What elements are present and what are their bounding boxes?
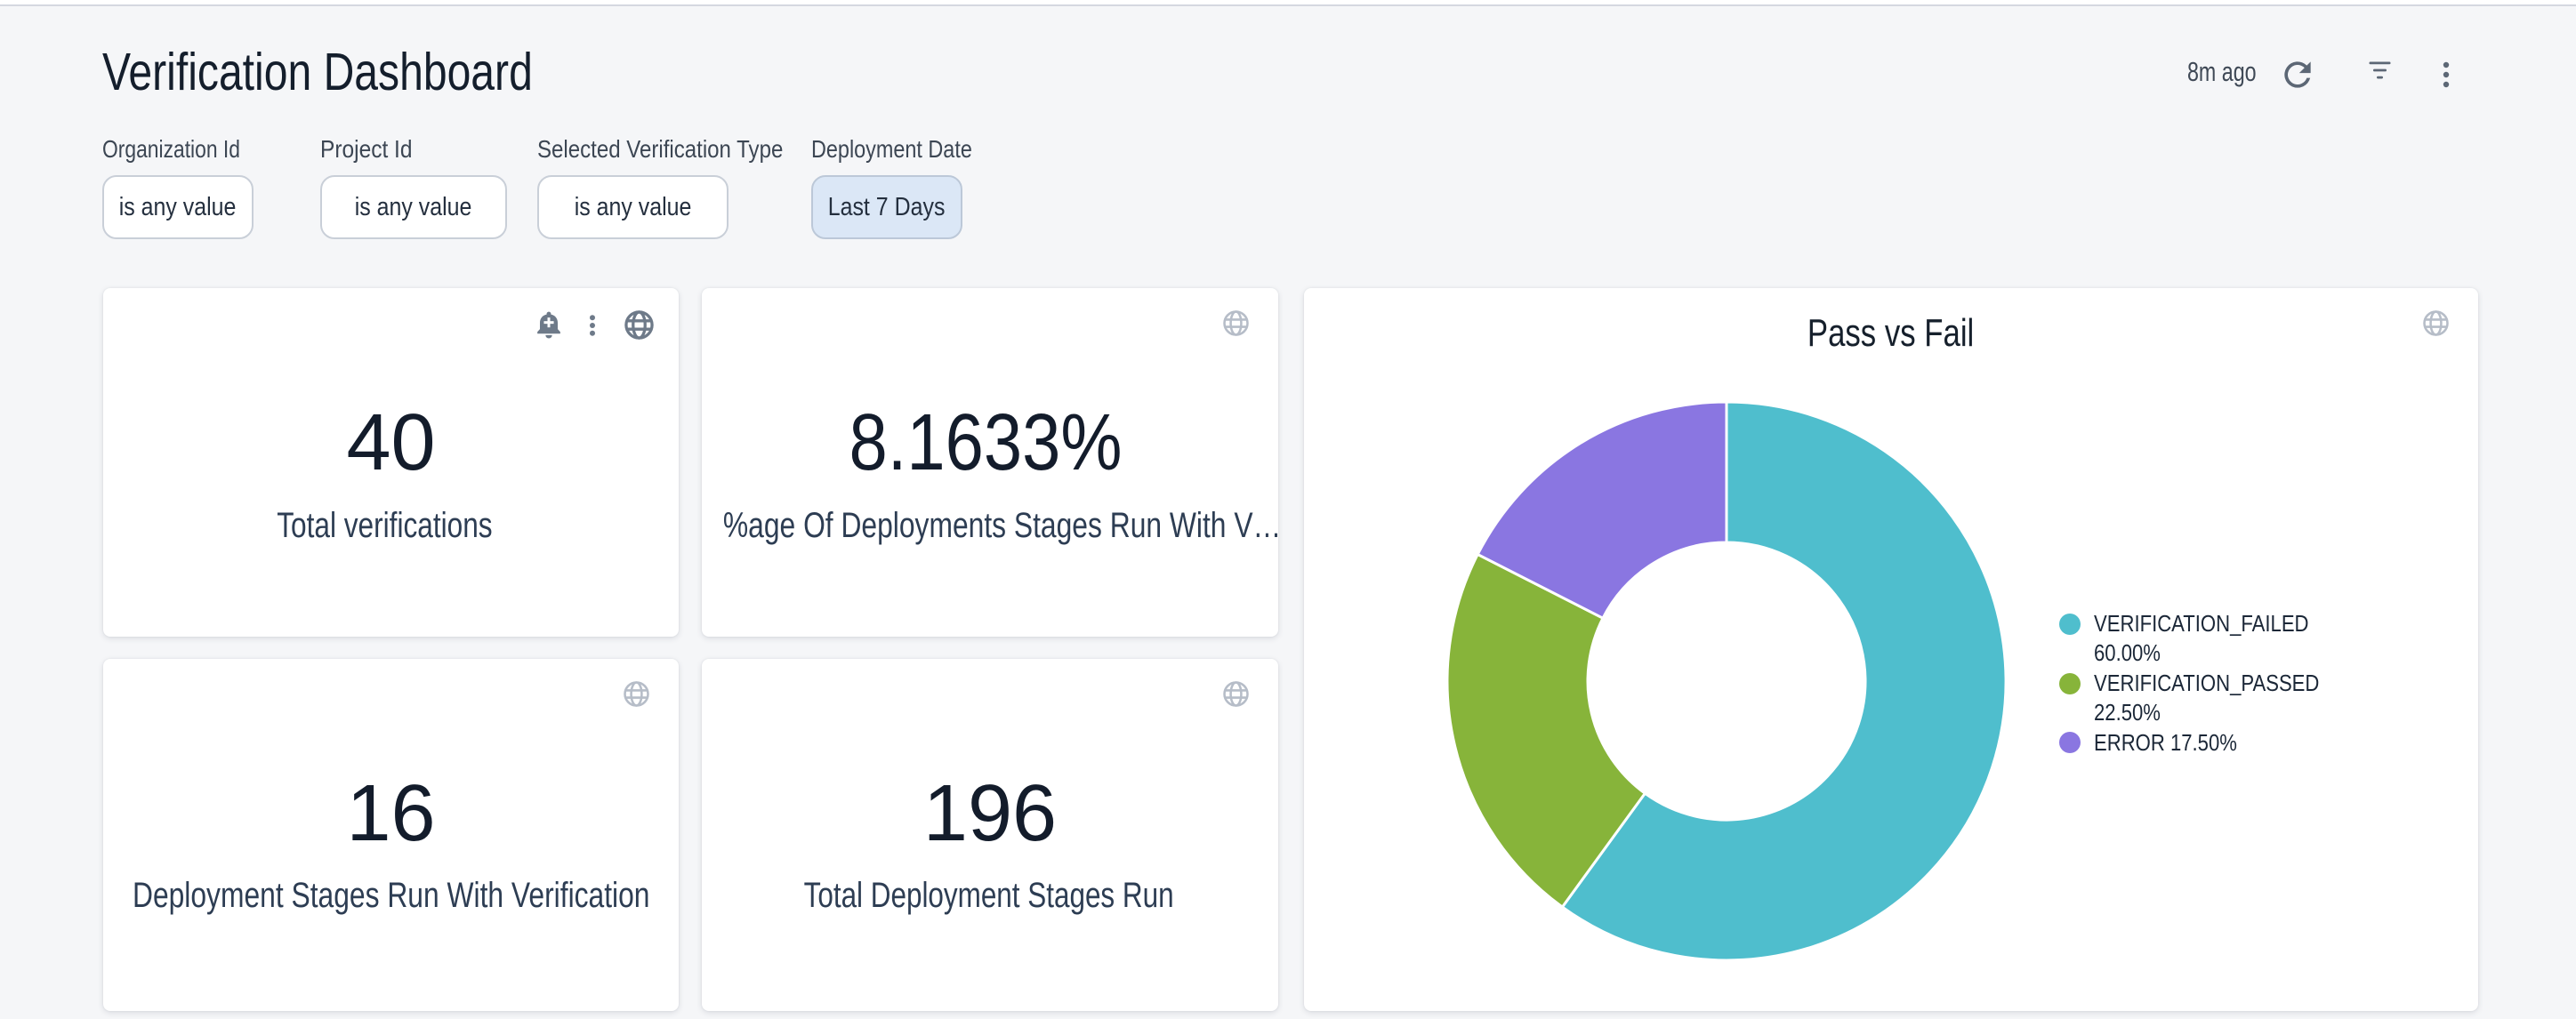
filter-icon (2369, 61, 2391, 81)
refresh-icon (2278, 55, 2317, 94)
filter-value-button[interactable]: is any value (537, 175, 729, 239)
legend-item[interactable]: ERROR 17.50% (2059, 728, 2353, 758)
tile-actions-menu-icon[interactable] (579, 312, 606, 339)
globe-icon[interactable] (624, 310, 654, 340)
filter-value-button[interactable]: is any value (102, 175, 254, 239)
legend-label: VERIFICATION_FAILED 60.00% (2094, 609, 2314, 669)
legend-dot (2059, 614, 2081, 635)
legend-dot (2059, 732, 2081, 753)
tile-total-verifications: 40 Total verifications (103, 288, 679, 637)
tile-pass-vs-fail-chart: Pass vs Fail VERIFICATION_FAILED 60.00%V… (1304, 288, 2478, 1011)
stat-value: 40 (103, 403, 679, 483)
filter-label: Deployment Date (811, 135, 972, 164)
legend-label: VERIFICATION_PASSED 22.50% (2094, 669, 2319, 728)
stat-value: 196 (702, 774, 1278, 854)
filter-label: Organization Id (102, 135, 240, 164)
filter-value-text: is any value (355, 193, 472, 222)
page-title: Verification Dashboard (102, 45, 533, 99)
filter-label: Project Id (320, 135, 412, 164)
globe-icon[interactable] (624, 681, 649, 707)
top-border-line (0, 4, 2576, 6)
filter-label: Selected Verification Type (537, 135, 783, 164)
stat-value: 8.1633% (737, 403, 1235, 483)
globe-icon[interactable] (1223, 310, 1249, 336)
legend-item[interactable]: VERIFICATION_PASSED 22.50% (2059, 669, 2353, 728)
filter-value-text: is any value (575, 193, 692, 222)
stat-label-text: Total Deployment Stages Run (804, 874, 1174, 917)
filter-organization-id: Organization Id is any value (102, 135, 271, 164)
globe-icon[interactable] (1223, 681, 1249, 707)
stat-value: 16 (103, 774, 679, 854)
alert-bell-icon[interactable] (535, 310, 563, 340)
dashboard-actions-menu[interactable] (2443, 61, 2450, 88)
refresh-button[interactable] (2278, 55, 2317, 94)
legend-item[interactable]: VERIFICATION_FAILED 60.00% (2059, 609, 2353, 669)
legend-dot (2059, 673, 2081, 694)
filter-value-text: Last 7 Days (828, 193, 946, 222)
stat-label-text: %age Of Deployments Stages Run With V… (723, 504, 1281, 547)
kebab-menu-icon (2443, 61, 2450, 88)
filter-project-id: Project Id is any value (320, 135, 425, 164)
filter-value-button[interactable]: is any value (320, 175, 507, 239)
filter-value-text: is any value (119, 193, 237, 222)
chart-legend: VERIFICATION_FAILED 60.00%VERIFICATION_P… (2059, 609, 2353, 758)
filter-deployment-date: Deployment Date Last 7 Days (811, 135, 1003, 164)
filter-value-button[interactable]: Last 7 Days (811, 175, 962, 239)
dashboard-filters-toggle[interactable] (2369, 61, 2391, 81)
tile-total-deployment-stages: 196 Total Deployment Stages Run (702, 659, 1278, 1011)
last-refresh-time: 8m ago (2187, 58, 2251, 86)
tile-deployment-stages-with-verification: 16 Deployment Stages Run With Verificati… (103, 659, 679, 1011)
tile-pct-deployments-with-verification: 8.1633% %age Of Deployments Stages Run W… (702, 288, 1278, 637)
filter-selected-verification-type: Selected Verification Type is any value (537, 135, 824, 164)
legend-label: ERROR 17.50% (2094, 728, 2237, 758)
